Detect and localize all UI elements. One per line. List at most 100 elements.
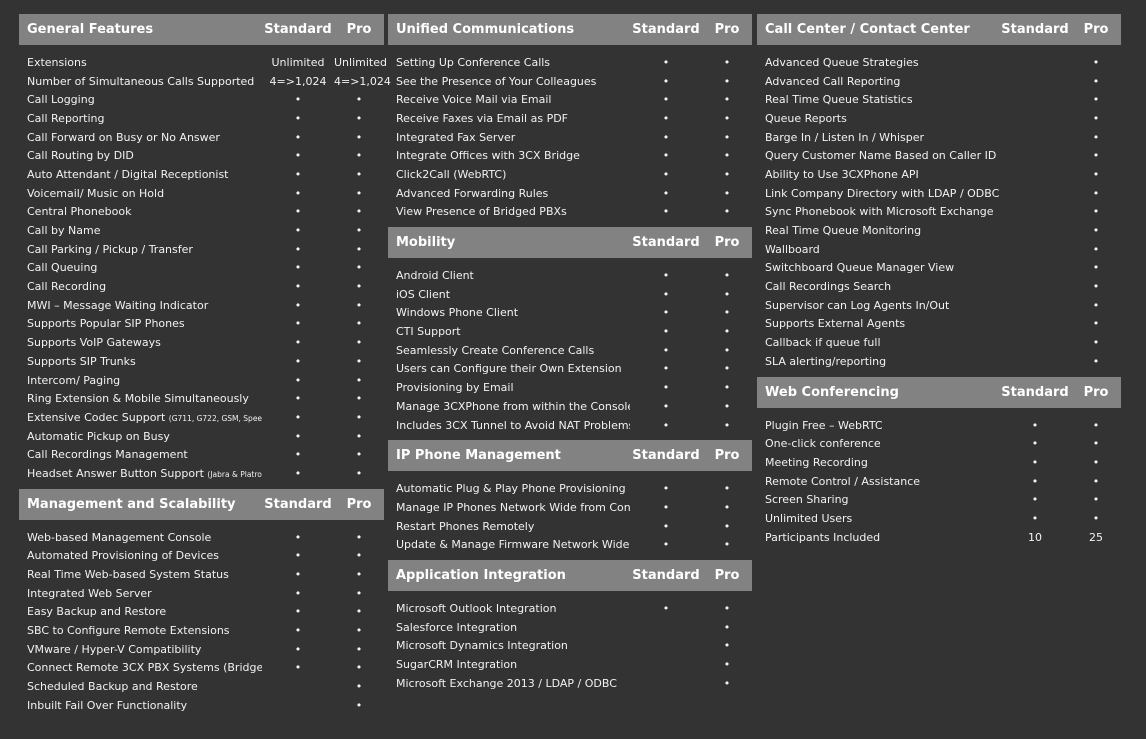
pro-value: • — [723, 130, 731, 144]
feature-label-cell: Includes 3CX Tunnel to Avoid NAT Problem… — [388, 419, 630, 432]
section-title: Web Conferencing — [765, 384, 899, 400]
feature-label-cell: Call Forward on Busy or No Answer — [19, 131, 262, 144]
feature-label: Central Phonebook — [27, 205, 132, 219]
section-title: Unified Communications — [396, 22, 575, 37]
feature-label: Extensive Codec Support — [27, 410, 166, 424]
standard-value: • — [294, 466, 302, 480]
standard-value: • — [294, 242, 302, 256]
feature-label: Connect Remote 3CX PBX Systems (Bridges) — [27, 661, 262, 675]
standard-column-header: Standard — [632, 235, 700, 251]
feature-label-cell: Supports VoIP Gateways — [19, 336, 262, 349]
feature-label-cell: Call by Name — [19, 224, 262, 237]
standard-value: • — [662, 538, 670, 552]
feature-section: Unified Communications Standard Pro Setting… — [388, 14, 752, 221]
feature-label: Supervisor can Log Agents In/Out — [765, 298, 950, 312]
feature-label-cell: Connect Remote 3CX PBX Systems (Bridges) — [19, 661, 262, 674]
standard-value: • — [662, 482, 670, 496]
feature-label: Call Recordings Search — [765, 280, 892, 294]
feature-label-cell: Real Time Queue Monitoring — [757, 224, 999, 237]
section-header: Management and Scalability Standard Pro — [19, 488, 384, 520]
pro-value: • — [723, 639, 731, 653]
feature-label: Integrated Fax Server — [396, 130, 516, 144]
standard-value: • — [294, 224, 302, 238]
feature-row: Microsoft Dynamics Integration • — [388, 637, 752, 656]
feature-row: Call Recordings Management • • — [19, 445, 384, 464]
feature-section: Application Integration Standard Pro Micros… — [388, 560, 752, 692]
feature-row: Integrated Web Server • • — [19, 584, 384, 603]
feature-label: Update & Manage Firmware Network Wide — [396, 538, 630, 552]
feature-label: Automatic Plug & Play Phone Provisioning — [396, 482, 626, 496]
feature-column-3: Call Center / Contact Center Standard Pro A… — [757, 14, 1121, 553]
standard-value: • — [294, 149, 302, 163]
standard-column-header: Standard — [1001, 384, 1069, 400]
feature-label-cell: Integrated Web Server — [19, 587, 262, 600]
feature-row: Switchboard Queue Manager View • — [757, 259, 1121, 278]
feature-row: Advanced Forwarding Rules • • — [388, 184, 752, 203]
feature-row: Real Time Web-based System Status • • — [19, 565, 384, 584]
pro-value: • — [1092, 298, 1100, 312]
pro-value: • — [723, 325, 731, 339]
section-header: Unified Communications Standard Pro — [388, 14, 752, 45]
pro-value: • — [723, 149, 731, 163]
feature-row: CTI Support • • — [388, 322, 752, 341]
feature-label-cell: Extensions — [19, 56, 262, 69]
standard-value: 10 — [1028, 530, 1042, 544]
feature-label: Link Company Directory with LDAP / ODBC — [765, 186, 999, 200]
feature-label-cell: Supervisor can Log Agents In/Out — [757, 299, 999, 312]
standard-value: • — [294, 261, 302, 275]
feature-label-cell: Real Time Queue Statistics — [757, 93, 999, 106]
feature-label: SugarCRM Integration — [396, 658, 518, 672]
feature-section: IP Phone Management Standard Pro Automatic … — [388, 440, 752, 554]
feature-row: Call Logging • • — [19, 90, 384, 109]
feature-row: Android Client • • — [388, 266, 752, 285]
section-header: General Features Standard Pro — [19, 14, 384, 45]
feature-label: Microsoft Exchange 2013 / LDAP / ODBC — [396, 676, 617, 690]
feature-row: Screen Sharing • • — [757, 490, 1121, 509]
feature-label-cell: Supports External Agents — [757, 317, 999, 330]
feature-label-cell: Seamlessly Create Conference Calls — [388, 344, 630, 357]
pro-value: Unlimited — [334, 55, 387, 69]
section-header: IP Phone Management Standard Pro — [388, 440, 752, 472]
pro-value: • — [1092, 455, 1100, 469]
standard-value: • — [662, 418, 670, 432]
section-title: Management and Scalability — [27, 496, 236, 512]
standard-value: • — [294, 373, 302, 387]
pro-value: • — [355, 661, 363, 675]
feature-row: Call Recordings Search • — [757, 277, 1121, 296]
pro-value: • — [1092, 474, 1100, 488]
feature-label: Headset Answer Button Support — [27, 466, 204, 480]
standard-value: • — [294, 605, 302, 619]
feature-label-cell: Receive Voice Mail via Email — [388, 93, 630, 106]
pro-value: • — [723, 381, 731, 395]
feature-label-cell: CTI Support — [388, 325, 630, 338]
feature-row: One-click conference • • — [757, 434, 1121, 453]
feature-row: SLA alerting/reporting • — [757, 352, 1121, 371]
feature-row: Call by Name • • — [19, 221, 384, 240]
feature-row: Manage 3CXPhone from within the Console •… — [388, 397, 752, 416]
pro-value: • — [1092, 511, 1100, 525]
standard-value: • — [662, 381, 670, 395]
feature-row: Sync Phonebook with Microsoft Exchange • — [757, 203, 1121, 222]
pro-value: • — [355, 698, 363, 712]
feature-label: Web-based Management Console — [27, 530, 212, 544]
pro-value: • — [355, 317, 363, 331]
feature-row: Receive Faxes via Email as PDF • • — [388, 109, 752, 128]
feature-row: Easy Backup and Restore • • — [19, 603, 384, 622]
feature-row: Receive Voice Mail via Email • • — [388, 90, 752, 109]
standard-column-header: Standard — [632, 568, 700, 584]
feature-label: Microsoft Dynamics Integration — [396, 639, 568, 653]
feature-label: Number of Simultaneous Calls Supported — [27, 74, 255, 88]
feature-label: Android Client — [396, 269, 474, 283]
feature-column-1: General Features Standard Pro Extensions Unl… — [19, 14, 391, 721]
pro-value: • — [355, 568, 363, 582]
feature-list: Advanced Queue Strategies • Advanced Call … — [757, 45, 1121, 371]
pro-column-header: Pro — [1083, 22, 1109, 37]
feature-row: Number of Simultaneous Calls Supported 4=… — [19, 72, 391, 91]
standard-value: • — [1031, 437, 1039, 451]
feature-list: Microsoft Outlook Integration • • Salesforc… — [388, 591, 752, 692]
pro-value: • — [355, 261, 363, 275]
feature-row: Provisioning by Email • • — [388, 378, 752, 397]
feature-row: SBC to Configure Remote Extensions • • — [19, 621, 384, 640]
feature-label: Integrated Web Server — [27, 586, 152, 600]
feature-label: Supports VoIP Gateways — [27, 336, 161, 350]
